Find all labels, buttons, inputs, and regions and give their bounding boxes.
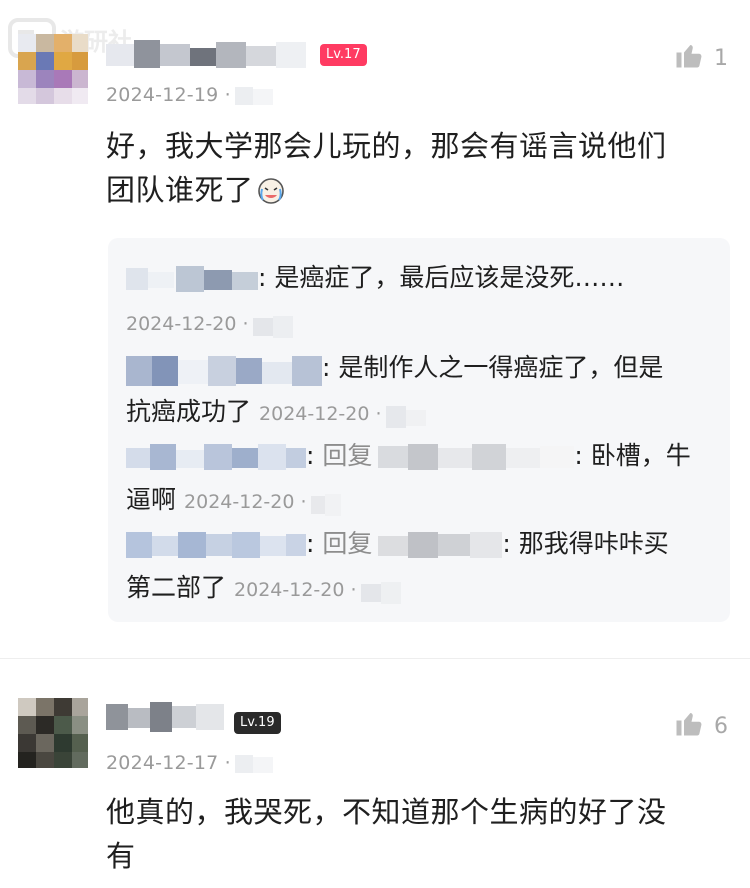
username-blurred[interactable] [106,38,306,72]
reply-target-blurred [378,530,503,560]
reply-1[interactable]: : 是癌症了，最后应该是没死…… 2024-12-20 · [126,256,716,346]
comment-1: Lv.17 1 2024-12-19 · 好，我大学那会儿玩的，那会有谣言说他们… [0,0,750,650]
reply-3[interactable]: : 回复: 卧槽，牛 逼啊 2024-12-20 · [126,434,716,524]
like-count: 6 [714,713,728,739]
location-blurred [234,753,273,775]
comment-date: 2024-12-17 · [106,752,273,775]
location-blurred [234,85,273,107]
reply-username-blurred [126,530,306,560]
like-button[interactable]: 1 [674,40,728,76]
comment-divider [0,658,750,659]
username-blurred[interactable] [106,700,224,734]
avatar[interactable] [18,698,88,768]
comment-2: Lv.19 6 2024-12-17 · 他真的，我哭死，不知道那个生病的好了没… [0,660,750,888]
avatar[interactable] [18,34,88,104]
like-count: 1 [714,45,728,71]
comment-text: 好，我大学那会儿玩的，那会有谣言说他们 团队谁死了 [106,129,667,207]
level-badge: Lv.19 [234,712,281,734]
comment-text: 他真的，我哭死，不知道那个生病的好了没 有 [106,795,667,873]
thumbs-up-icon [674,708,704,744]
reply-target-blurred [378,442,575,472]
reply-4[interactable]: : 回复: 那我得咔咔买 第二部了 2024-12-20 · [126,522,716,612]
reply-2[interactable]: : 是制作人之一得癌症了，但是 抗癌成功了 2024-12-20 · [126,346,716,436]
reply-username-blurred [126,264,258,294]
crying-face-emoji-icon [256,173,286,204]
reply-username-blurred [126,442,306,472]
replies-panel: : 是癌症了，最后应该是没死…… 2024-12-20 · : 是制作人之一得癌… [108,238,730,622]
like-button[interactable]: 6 [674,708,728,744]
thumbs-up-icon [674,40,704,76]
level-badge: Lv.17 [320,44,367,66]
comment-date: 2024-12-19 · [106,84,273,107]
reply-username-blurred [126,354,322,386]
